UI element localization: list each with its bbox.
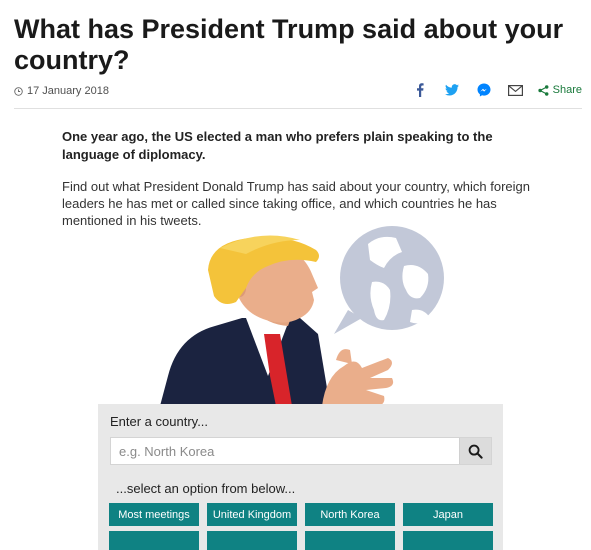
date-text: 17 January 2018 (27, 85, 109, 97)
option-button-cropped[interactable] (109, 531, 199, 550)
twitter-icon[interactable] (444, 82, 460, 98)
share-icon (538, 84, 549, 96)
option-united-kingdom[interactable]: United Kingdom (207, 503, 297, 526)
option-most-meetings[interactable]: Most meetings (109, 503, 199, 526)
share-label: Share (552, 84, 582, 96)
share-tools: Share (396, 82, 582, 98)
email-icon[interactable] (508, 82, 524, 98)
country-search-box (110, 437, 492, 465)
intro-paragraph: One year ago, the US elected a man who p… (62, 129, 493, 162)
option-button-cropped[interactable] (305, 531, 395, 550)
facebook-icon[interactable] (412, 82, 428, 98)
meta-row: 17 January 2018 Share (14, 82, 582, 102)
trump-illustration (160, 226, 444, 406)
publish-date: 17 January 2018 (14, 85, 109, 97)
share-button[interactable]: Share (538, 84, 582, 96)
messenger-icon[interactable] (476, 82, 492, 98)
option-japan[interactable]: Japan (403, 503, 493, 526)
search-button[interactable] (459, 438, 491, 464)
select-hint: ...select an option from below... (116, 481, 296, 496)
country-search-panel: Enter a country... ...select an option f… (98, 404, 503, 550)
headline: What has President Trump said about your… (14, 14, 564, 75)
option-north-korea[interactable]: North Korea (305, 503, 395, 526)
country-search-label: Enter a country... (110, 414, 209, 429)
option-buttons-next-row (109, 531, 493, 550)
body-paragraph: Find out what President Donald Trump has… (62, 179, 531, 228)
search-icon (468, 444, 483, 459)
header-divider (14, 108, 582, 109)
country-search-input[interactable] (111, 438, 461, 464)
option-buttons: Most meetings United Kingdom North Korea… (109, 503, 493, 526)
option-button-cropped[interactable] (403, 531, 493, 550)
option-button-cropped[interactable] (207, 531, 297, 550)
clock-icon (14, 86, 23, 96)
